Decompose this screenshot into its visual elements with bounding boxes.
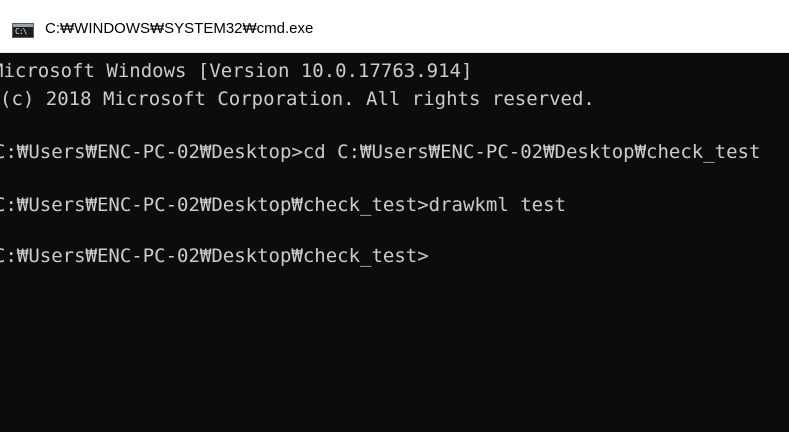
console-line-cd-command: C:₩Users₩ENC-PC-02₩Desktop>cd C:₩Users₩E… <box>0 141 761 163</box>
console-line-version: Microsoft Windows [Version 10.0.17763.91… <box>0 60 473 82</box>
cmd-window: C:\ C:₩WINDOWS₩SYSTEM32₩cmd.exe Microsof… <box>0 0 789 432</box>
window-title: C:₩WINDOWS₩SYSTEM32₩cmd.exe <box>45 20 314 37</box>
title-bar[interactable]: C:\ C:₩WINDOWS₩SYSTEM32₩cmd.exe <box>0 0 789 53</box>
console-output[interactable]: Microsoft Windows [Version 10.0.17763.91… <box>0 53 789 432</box>
icon-glyph: C:\ <box>15 27 27 36</box>
console-line-prompt[interactable]: C:₩Users₩ENC-PC-02₩Desktop₩check_test> <box>0 244 429 268</box>
command-prompt-icon: C:\ <box>12 23 34 38</box>
console-line-drawkml-command: C:₩Users₩ENC-PC-02₩Desktop₩check_test>dr… <box>0 194 566 216</box>
console-line-copyright: (c) 2018 Microsoft Corporation. All righ… <box>0 88 595 110</box>
